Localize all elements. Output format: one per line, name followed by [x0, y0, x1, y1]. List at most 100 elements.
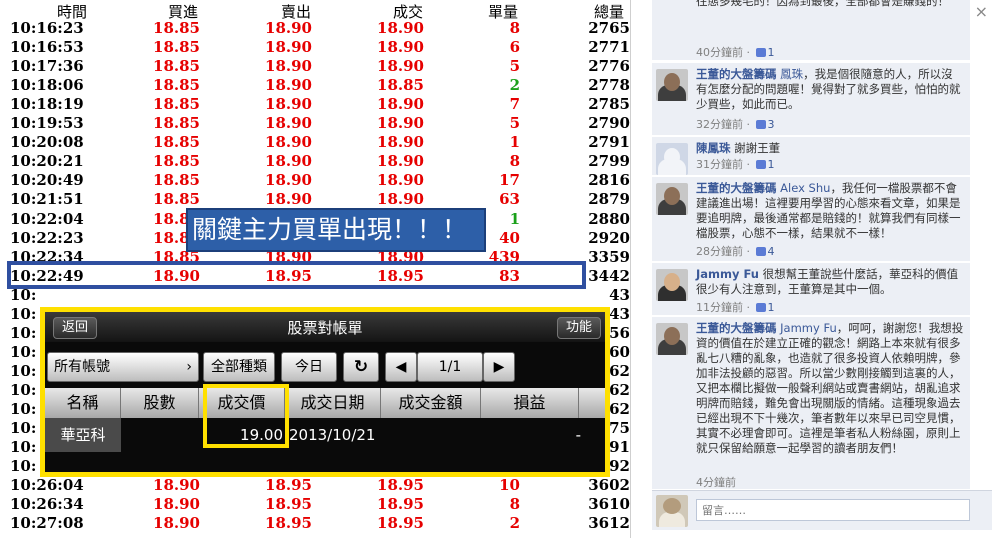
tick-total: 2776 — [588, 57, 630, 76]
avatar — [656, 495, 688, 527]
comment-meta: 31分鐘前 · 1 — [696, 158, 775, 171]
account-select[interactable]: 所有帳號 › — [47, 352, 199, 382]
tick-last: 18.90 — [377, 114, 424, 133]
panel-toolbar: 所有帳號 › 全部種類 今日 ↻ ◀ 1/1 ▶ — [45, 348, 605, 384]
tick-bid: 18.90 — [153, 514, 200, 533]
tick-volume: 1 — [509, 133, 520, 152]
comment-author[interactable]: 王董的大盤籌碼 — [696, 181, 777, 195]
comment-author[interactable]: 陳鳳珠 — [696, 141, 731, 155]
tick-row: 10:17:36 18.85 18.90 18.90 5 2776 — [0, 57, 630, 76]
comment-author[interactable]: Jammy Fu — [696, 267, 759, 281]
tick-volume: 17 — [499, 171, 520, 190]
category-button[interactable]: 全部種類 — [203, 352, 275, 382]
tick-volume: 8 — [509, 152, 520, 171]
panel-title: 股票對帳單 — [287, 319, 363, 337]
comment-text: 王董的大盤籌碼 鳳珠，我是個很隨意的人，所以沒有怎麼分配的問題喔！覺得對了就多買… — [696, 67, 961, 111]
like-count[interactable]: 1 — [768, 301, 775, 314]
avatar[interactable] — [656, 69, 688, 101]
comment-item: 王董的大盤籌碼 鳳珠，我是個很隨意的人，所以沒有怎麼分配的問題喔！覺得對了就多買… — [652, 63, 970, 135]
comment-mention[interactable]: Jammy Fu — [780, 321, 837, 335]
tick-last: 18.90 — [377, 95, 424, 114]
tick-time: 10:26:04 — [10, 476, 84, 495]
thumbs-up-icon — [755, 247, 766, 256]
statement-header: 名稱 股數 成交價 成交日期 成交金額 損益 — [45, 388, 605, 418]
feed-gutter — [631, 0, 651, 538]
back-button[interactable]: 返回 — [53, 317, 98, 339]
tick-total: 2785 — [588, 95, 630, 114]
like-count[interactable]: 1 — [768, 158, 775, 171]
avatar[interactable] — [656, 323, 688, 355]
tick-bid: 18.90 — [153, 495, 200, 514]
close-icon[interactable]: × — [975, 2, 988, 21]
comment-input[interactable] — [696, 499, 970, 521]
tick-bid: 18.85 — [153, 76, 200, 95]
comment-author[interactable]: 王董的大盤籌碼 — [696, 67, 777, 81]
tick-volume: 8 — [509, 495, 520, 514]
tick-total: 2791 — [588, 133, 630, 152]
tick-time: 10:21:51 — [10, 190, 84, 209]
tick-ask: 18.90 — [265, 57, 312, 76]
statement-row[interactable]: 華亞科 19.00 2013/10/21 - — [45, 418, 605, 452]
col-pnl: 損益 — [481, 388, 579, 418]
tick-last: 18.90 — [377, 133, 424, 152]
tick-time: 10:16:53 — [10, 38, 84, 57]
chevron-right-icon: › — [186, 359, 192, 375]
comment-text: 陳鳳珠 謝謝王董 — [696, 141, 781, 155]
function-button[interactable]: 功能 — [557, 317, 602, 339]
tick-total: 2816 — [588, 171, 630, 190]
prev-page-button[interactable]: ◀ — [385, 352, 417, 382]
tick-time: 10:18:19 — [10, 95, 84, 114]
avatar[interactable] — [656, 269, 688, 301]
tick-ask: 18.90 — [265, 76, 312, 95]
avatar[interactable] — [656, 143, 688, 175]
tick-row: 10:16:53 18.85 18.90 18.90 6 2771 — [0, 38, 630, 57]
tick-time: 10:20:49 — [10, 171, 84, 190]
like-count[interactable]: 1 — [768, 46, 775, 59]
comment-author[interactable]: 王董的大盤籌碼 — [696, 321, 777, 335]
tick-ask: 18.90 — [265, 95, 312, 114]
tick-row: 10:27:08 18.90 18.95 18.95 2 3612 — [0, 514, 630, 533]
tick-bid: 18.90 — [153, 476, 200, 495]
comment-meta: 28分鐘前 · 4 — [696, 245, 775, 258]
tick-last: 18.90 — [377, 38, 424, 57]
col-shares: 股數 — [121, 388, 199, 418]
tick-last: 18.95 — [377, 476, 424, 495]
today-button[interactable]: 今日 — [281, 352, 337, 382]
tick-total: 3602 — [588, 476, 630, 495]
comment-text: 王董的大盤籌碼 Alex Shu，我任何一檔股票都不會建議進出場！這裡要用學習的… — [696, 181, 961, 240]
avatar[interactable] — [656, 183, 688, 215]
tick-volume: 6 — [509, 38, 520, 57]
tick-last: 18.90 — [377, 171, 424, 190]
like-count[interactable]: 3 — [768, 118, 775, 131]
tick-time: 10:27:08 — [10, 514, 84, 533]
like-count[interactable]: 4 — [768, 245, 775, 258]
tick-bid: 18.85 — [153, 114, 200, 133]
tick-last: 18.95 — [377, 495, 424, 514]
tick-time: 10:22:23 — [10, 228, 84, 247]
tick-row: 10:26:04 18.90 18.95 18.95 10 3602 — [0, 476, 630, 495]
tick-row: 10:18:19 18.85 18.90 18.90 7 2785 — [0, 95, 630, 114]
comment-mention[interactable]: 鳳珠 — [780, 67, 803, 81]
thumbs-up-icon — [755, 160, 766, 169]
tick-time: 10:20:21 — [10, 152, 84, 171]
tick-volume: 2 — [509, 514, 520, 533]
comment-mention[interactable]: Alex Shu — [780, 181, 830, 195]
triangle-left-icon: ◀ — [395, 359, 407, 375]
tick-time: 10:26:34 — [10, 495, 84, 514]
tick-volume: 63 — [499, 190, 520, 209]
comment-item: 往態多幾毛的！因為到最後，全部都會是賺錢的！ 40分鐘前 · 1 — [652, 0, 970, 60]
thumbs-up-icon — [755, 303, 766, 312]
tick-total: 2880 — [588, 209, 630, 228]
tick-ask: 18.90 — [265, 152, 312, 171]
comment-item: 王董的大盤籌碼 Jammy Fu，呵呵，謝謝您！我想投資的價值在於建立正確的觀念… — [652, 317, 970, 489]
tick-total: 3612 — [588, 514, 630, 533]
tick-row: 10:16:23 18.85 18.90 18.90 8 2765 — [0, 19, 630, 38]
tick-time: 10:19:53 — [10, 114, 84, 133]
next-page-button[interactable]: ▶ — [483, 352, 515, 382]
tick-ask: 18.90 — [265, 190, 312, 209]
tick-volume: 5 — [509, 114, 520, 133]
refresh-button[interactable]: ↻ — [343, 352, 379, 382]
tick-total: 2920 — [588, 228, 630, 247]
tick-ask: 18.90 — [265, 38, 312, 57]
statement-panel: 返回 股票對帳單 功能 所有帳號 › 全部種類 今日 ↻ ◀ 1/1 ▶ 名稱 … — [40, 307, 610, 477]
